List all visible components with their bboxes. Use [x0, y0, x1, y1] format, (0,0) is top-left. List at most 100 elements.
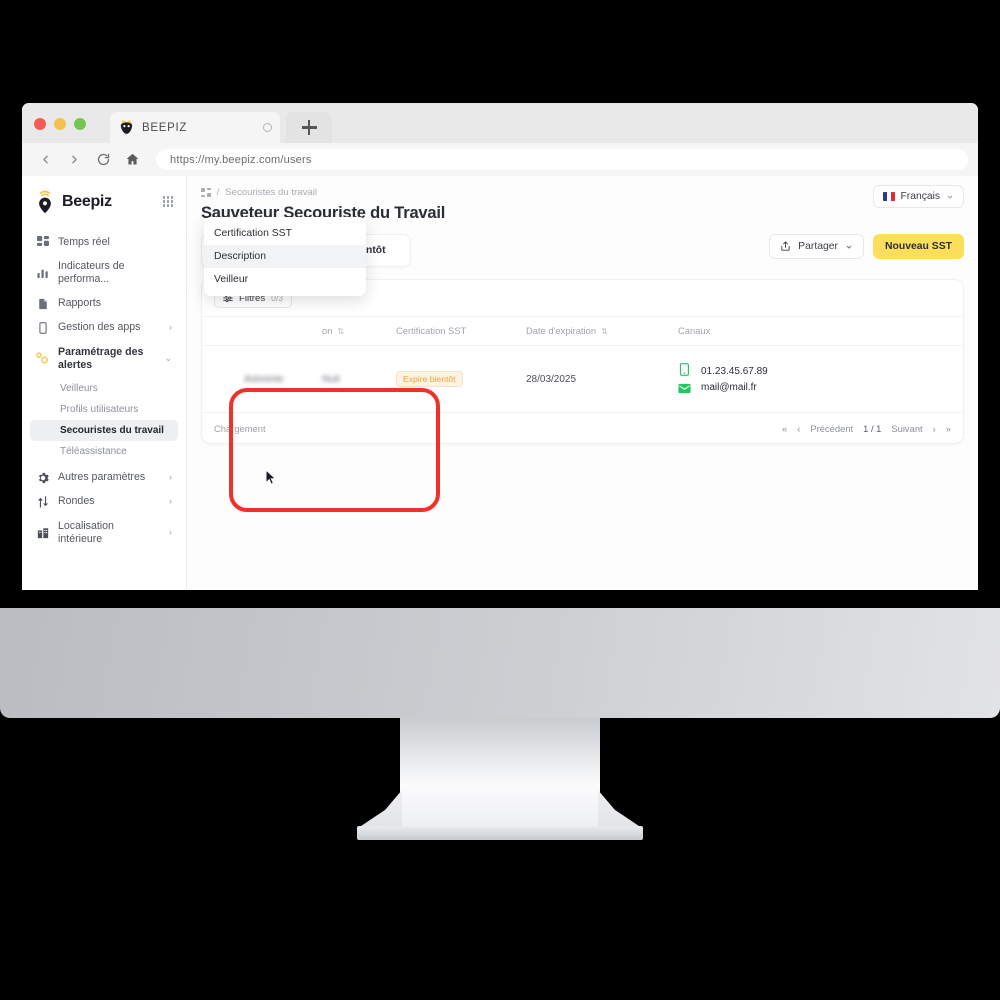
grid-icon[interactable] — [201, 187, 211, 198]
main-content: / Secouristes du travail Sauveteur Secou… — [187, 176, 978, 590]
sidebar-item-label: Temps réel — [58, 235, 110, 248]
cell-canaux: 01.23.45.67.89 mail@mail.fr — [678, 346, 963, 413]
new-tab-button[interactable] — [286, 112, 332, 143]
column-avatar — [202, 316, 244, 346]
loading-status: Chargement — [214, 422, 266, 434]
brand[interactable]: Beepiz — [22, 184, 186, 226]
sidebar-item-indicateurs[interactable]: Indicateurs de performa... — [30, 254, 178, 291]
column-date-expiration[interactable]: Date d'expiration ⇅ — [526, 316, 678, 346]
browser-tab[interactable]: BEEPIZ — [110, 112, 280, 143]
browser-toolbar: https://my.beepiz.com/users — [22, 143, 978, 176]
sidebar-item-gestion-apps[interactable]: Gestion des apps › — [30, 316, 178, 340]
beepiz-owl-icon — [118, 119, 135, 136]
sidebar-item-label: Paramétrage des alertes — [58, 345, 144, 371]
rounds-icon — [36, 495, 49, 508]
sort-icon[interactable]: ⇅ — [337, 327, 344, 336]
grid-apps-icon[interactable] — [162, 196, 173, 207]
column-label: on — [322, 325, 333, 336]
phone-number: 01.23.45.67.89 — [701, 365, 768, 377]
breadcrumb-separator: / — [216, 187, 220, 198]
browser-tab-title: BEEPIZ — [142, 121, 188, 134]
document-icon — [36, 297, 49, 310]
next-page-button[interactable]: Suivant — [891, 423, 922, 434]
sidebar-item-label: Indicateurs de performa... — [58, 259, 125, 285]
maximize-window-button[interactable] — [74, 118, 86, 130]
sidebar-item-rapports[interactable]: Rapports — [30, 292, 178, 316]
filters-dropdown[interactable]: Certification SST Description Veilleur — [204, 217, 366, 296]
building-icon — [36, 526, 49, 539]
sidebar-subitem-teleassistance[interactable]: Téléassistance — [30, 441, 178, 462]
sidebar-subitem-secouristes-du-travail[interactable]: Secouristes du travail — [30, 419, 178, 441]
table-head: on ⇅ Certification SST Date d'expiration ⇅… — [202, 316, 963, 346]
breadcrumb-label[interactable]: Secouristes du travail — [225, 187, 317, 198]
share-button[interactable]: Partager — [769, 234, 865, 259]
dropdown-item-veilleur[interactable]: Veilleur — [204, 268, 366, 291]
sort-icon[interactable]: ⇅ — [601, 327, 608, 336]
header-actions: Partager Nouveau SST — [769, 234, 964, 259]
sst-table: on ⇅ Certification SST Date d'expiration ⇅… — [202, 316, 963, 412]
share-icon — [781, 241, 790, 251]
home-icon[interactable] — [119, 147, 145, 173]
table-body: Astreinte Nuit Expire bientôt 28/03/2025 — [202, 346, 963, 413]
dashboard-icon — [36, 236, 49, 249]
alert-settings-icon — [36, 352, 49, 365]
status-badge: Expire bientôt — [396, 371, 463, 387]
sst-table-card: Filtres 0/3 on ⇅ Certification SST Date … — [201, 217, 964, 444]
sidebar-subitem-veilleurs[interactable]: Veilleurs — [30, 378, 178, 399]
sidebar-subitem-profils-utilisateurs[interactable]: Profils utilisateurs — [30, 399, 178, 420]
close-window-button[interactable] — [34, 118, 46, 130]
next-page-icon[interactable]: › — [933, 423, 936, 434]
monitor-stand-neck — [400, 718, 600, 828]
beepiz-pin-icon — [35, 189, 55, 214]
minimize-window-button[interactable] — [54, 118, 66, 130]
sidebar-item-rondes[interactable]: Rondes › — [30, 490, 178, 514]
sidebar-item-label: Rondes — [58, 495, 95, 508]
chevron-right-icon: › — [169, 322, 172, 333]
pagination: « ‹ Précédent 1 / 1 Suivant › » — [782, 423, 951, 434]
sidebar-item-autres-parametres[interactable]: Autres paramètres › — [30, 466, 178, 490]
window-controls[interactable] — [34, 118, 86, 130]
sidebar-item-label: Localisation intérieure — [58, 519, 114, 545]
new-sst-button[interactable]: Nouveau SST — [873, 234, 964, 259]
sidebar-item-temps-reel[interactable]: Temps réel — [30, 230, 178, 254]
table-row[interactable]: Astreinte Nuit Expire bientôt 28/03/2025 — [202, 346, 963, 413]
envelope-icon — [678, 382, 691, 395]
cell-expiration-date: 28/03/2025 — [526, 373, 577, 385]
chevron-right-icon: › — [169, 496, 172, 507]
chevron-down-icon — [947, 195, 953, 199]
monitor-bezel — [0, 608, 1000, 718]
screen-content: BEEPIZ https://my.beepiz.com/users Beepi… — [22, 103, 978, 590]
browser-tab-bar: BEEPIZ — [22, 103, 978, 143]
last-page-button[interactable]: » — [946, 423, 951, 434]
mobile-phone-icon — [678, 363, 691, 376]
mouse-cursor — [265, 468, 277, 491]
plus-icon — [301, 120, 317, 135]
column-name — [244, 316, 322, 346]
application: Beepiz Temps réel Indicateurs de perform… — [22, 176, 978, 590]
sidebar-item-parametrage-alertes[interactable]: Paramétrage des alertes ⌄ — [30, 340, 178, 377]
column-canaux: Canaux — [678, 316, 963, 346]
cell-group: Nuit — [322, 373, 340, 385]
prev-page-button[interactable]: Précédent — [810, 423, 853, 434]
brand-name: Beepiz — [62, 192, 112, 210]
column-label: Date d'expiration — [526, 325, 597, 336]
close-icon[interactable] — [263, 123, 272, 132]
monitor-mockup: BEEPIZ https://my.beepiz.com/users Beepi… — [0, 0, 1000, 1000]
first-page-button[interactable]: « — [782, 423, 787, 434]
prev-page-icon[interactable]: ‹ — [797, 423, 800, 434]
language-selector[interactable]: Français — [872, 185, 964, 208]
chevron-down-icon: ⌄ — [164, 353, 172, 364]
column-description[interactable]: on ⇅ — [322, 316, 396, 346]
cell-avatar — [202, 346, 244, 413]
chevron-down-icon — [846, 245, 852, 249]
url-input[interactable]: https://my.beepiz.com/users — [156, 149, 968, 170]
back-button[interactable] — [32, 147, 58, 173]
share-label: Partager — [798, 241, 839, 252]
breadcrumb: / Secouristes du travail — [201, 187, 964, 198]
forward-button[interactable] — [61, 147, 87, 173]
sidebar-item-localisation-interieure[interactable]: Localisation intérieure › — [30, 514, 178, 551]
cell-name: Astreinte — [244, 373, 284, 385]
page-indicator: 1 / 1 — [863, 422, 882, 434]
table-footer: Chargement « ‹ Précédent 1 / 1 Suivant ›… — [202, 412, 963, 443]
reload-icon[interactable] — [90, 147, 116, 173]
